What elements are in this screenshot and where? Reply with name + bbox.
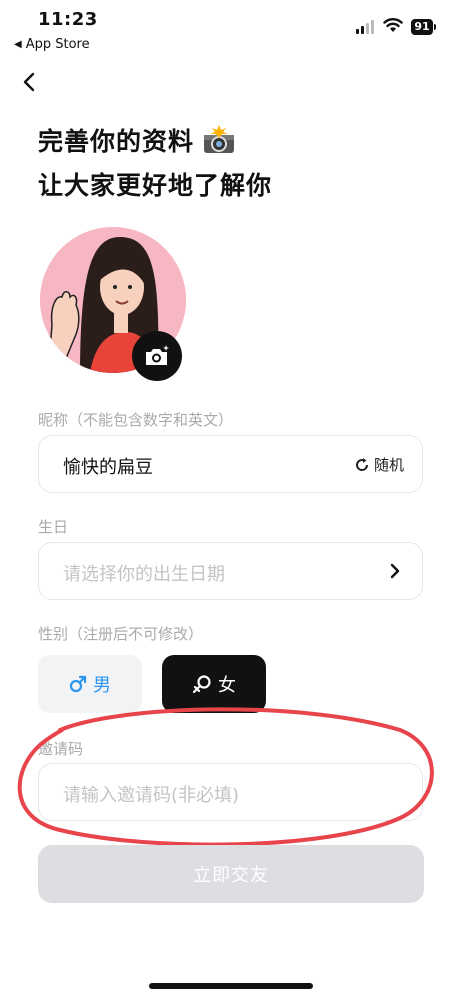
home-indicator xyxy=(149,983,313,989)
camera-icon xyxy=(146,345,169,365)
invite-code-input[interactable]: 请输入邀请码(非必填) xyxy=(38,763,423,821)
chevron-right-icon xyxy=(390,563,400,579)
refresh-icon xyxy=(355,457,368,471)
random-label: 随机 xyxy=(373,456,404,474)
gender-label: 性别（注册后不可修改） xyxy=(38,625,204,643)
change-avatar-button[interactable] xyxy=(132,331,182,381)
back-chevron-icon[interactable] xyxy=(18,70,42,94)
page-subtitle: 让大家更好地了解你 xyxy=(38,171,273,200)
birthday-picker[interactable]: 请选择你的出生日期 xyxy=(38,542,423,600)
back-app-label: App Store xyxy=(25,37,90,52)
wifi-icon xyxy=(383,18,403,32)
birthday-label: 生日 xyxy=(38,518,69,536)
invite-code-label: 邀请码 xyxy=(38,740,84,758)
nickname-field[interactable]: 愉快的扁豆 随机 xyxy=(38,435,423,493)
male-symbol-icon xyxy=(69,675,87,693)
gender-male-label: 男 xyxy=(93,675,111,696)
cellular-signal-icon xyxy=(356,20,374,34)
submit-button[interactable]: 立即交友 xyxy=(38,845,424,903)
back-triangle-icon: ◀ xyxy=(14,39,22,50)
female-symbol-icon xyxy=(192,675,211,694)
status-time: 11:23 xyxy=(38,9,98,30)
gender-female-label: 女 xyxy=(218,675,236,696)
title-line-1: 完善你的资料 xyxy=(38,127,195,156)
random-nickname-button[interactable]: 随机 xyxy=(354,454,404,475)
back-to-app-link[interactable]: ◀ App Store xyxy=(14,37,90,52)
birthday-placeholder: 请选择你的出生日期 xyxy=(63,564,225,585)
battery-indicator: 91 xyxy=(411,19,436,35)
gender-female-button[interactable]: 女 xyxy=(162,655,266,713)
page-title: 完善你的资料 xyxy=(38,122,236,158)
nickname-value[interactable]: 愉快的扁豆 xyxy=(63,453,153,479)
camera-flash-icon xyxy=(204,125,235,153)
invite-code-placeholder: 请输入邀请码(非必填) xyxy=(63,785,240,806)
gender-male-button[interactable]: 男 xyxy=(38,655,142,713)
nickname-label: 昵称（不能包含数字和英文） xyxy=(38,411,234,429)
